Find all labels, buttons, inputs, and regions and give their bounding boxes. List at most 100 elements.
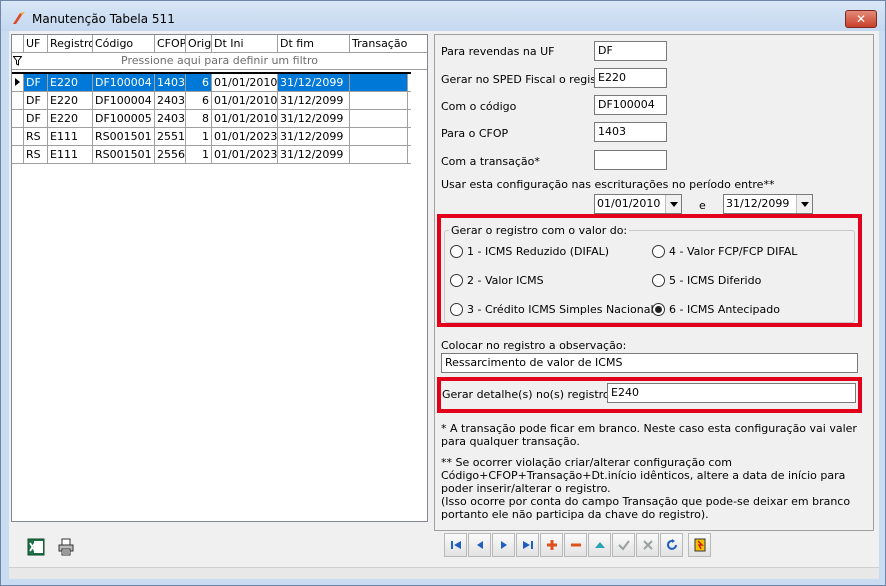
cell-transacao[interactable] (350, 110, 408, 127)
close-button[interactable]: ✕ (845, 10, 877, 28)
cell-transacao[interactable] (350, 74, 408, 91)
dt-fim-picker[interactable]: 31/12/2099 (723, 194, 813, 214)
transacao-label: Com a transação* (441, 155, 540, 168)
excel-icon (27, 538, 45, 556)
cell-transacao[interactable] (350, 92, 408, 109)
cell-orig[interactable]: 6 (186, 92, 212, 109)
cell-codigo[interactable]: DF100004 (93, 74, 155, 91)
cell-transacao[interactable] (350, 146, 408, 163)
cell-dt-fim[interactable]: 31/12/2099 (278, 110, 350, 127)
cell-dt-ini[interactable]: 01/01/2023 (212, 146, 278, 163)
cell-dt-ini[interactable]: 01/01/2010 (212, 110, 278, 127)
transacao-field[interactable] (594, 150, 667, 170)
cell-cfop[interactable]: 2403 (155, 110, 186, 127)
cell-cfop[interactable]: 1403 (155, 74, 186, 91)
cell-codigo[interactable]: RS001501 (93, 128, 155, 145)
table-row[interactable]: DF E220 DF100005 2403 8 01/01/2010 31/12… (12, 110, 411, 128)
dt-ini-dropdown-button[interactable] (665, 195, 681, 213)
cancel-record-button[interactable] (636, 533, 659, 557)
table-row[interactable]: RS E111 RS001501 2551 1 01/01/2023 31/12… (12, 128, 411, 146)
cell-dt-fim[interactable]: 31/12/2099 (278, 92, 350, 109)
title-bar[interactable]: Manutenção Tabela 511 ✕ (1, 1, 885, 31)
cell-dt-fim[interactable]: 31/12/2099 (278, 128, 350, 145)
cell-registro[interactable]: E111 (48, 146, 93, 163)
cell-uf[interactable]: RS (24, 146, 48, 163)
dt-fim-dropdown-button[interactable] (796, 195, 812, 213)
minus-icon (570, 543, 581, 547)
cell-registro[interactable]: E220 (48, 110, 93, 127)
insert-record-button[interactable] (540, 533, 563, 557)
chevron-down-icon (800, 201, 809, 207)
cell-orig[interactable]: 6 (186, 74, 212, 91)
cell-cfop[interactable]: 2403 (155, 92, 186, 109)
observacao-label: Colocar no registro a observação: (441, 339, 627, 352)
config-grid[interactable]: UF Registro Código CFOP Orig. Dt Ini Dt … (11, 34, 428, 522)
exit-button[interactable] (688, 533, 711, 557)
next-record-button[interactable] (492, 533, 515, 557)
column-header-orig[interactable]: Orig. (186, 35, 212, 52)
cell-registro[interactable]: E220 (48, 92, 93, 109)
app-window: Manutenção Tabela 511 ✕ UF Registro Códi… (0, 0, 886, 586)
plus-icon (546, 540, 557, 550)
prior-record-button[interactable] (468, 533, 491, 557)
column-header-transacao[interactable]: Transação (350, 35, 408, 52)
edit-record-button[interactable] (588, 533, 611, 557)
check-icon (617, 540, 630, 551)
cell-dt-ini[interactable]: 01/01/2010 (212, 92, 278, 109)
cell-dt-ini[interactable]: 01/01/2010 (212, 74, 278, 91)
chevron-down-icon (669, 201, 678, 207)
filter-row[interactable]: Pressione aqui para definir um filtro (12, 53, 427, 70)
cell-registro[interactable]: E220 (48, 74, 93, 91)
cell-uf[interactable]: DF (24, 110, 48, 127)
cell-codigo[interactable]: DF100005 (93, 110, 155, 127)
last-record-button[interactable] (516, 533, 539, 557)
cell-uf[interactable]: DF (24, 92, 48, 109)
row-indicator-cell (12, 74, 24, 91)
registro-label: Gerar no SPED Fiscal o registro (441, 73, 612, 86)
table-row[interactable]: DF E220 DF100004 1403 6 01/01/2010 31/12… (12, 74, 411, 92)
cell-registro[interactable]: E111 (48, 128, 93, 145)
column-header-codigo[interactable]: Código (93, 35, 155, 52)
cell-cfop[interactable]: 2556 (155, 146, 186, 163)
cell-orig[interactable]: 1 (186, 128, 212, 145)
status-bar (9, 567, 879, 579)
cell-orig[interactable]: 1 (186, 146, 212, 163)
uf-field[interactable]: DF (594, 41, 667, 61)
column-header-uf[interactable]: UF (24, 35, 48, 52)
observacao-field[interactable]: Ressarcimento de valor de ICMS (441, 353, 858, 373)
column-header-dt-ini[interactable]: Dt Ini (212, 35, 278, 52)
prior-icon (476, 541, 483, 549)
cell-uf[interactable]: DF (24, 74, 48, 91)
dt-ini-picker[interactable]: 01/01/2010 (594, 194, 682, 214)
column-header-cfop[interactable]: CFOP (155, 35, 186, 52)
first-record-button[interactable] (444, 533, 467, 557)
cell-dt-fim[interactable]: 31/12/2099 (278, 146, 350, 163)
cell-dt-fim[interactable]: 31/12/2099 (278, 74, 350, 91)
export-excel-button[interactable] (25, 536, 47, 558)
post-record-button[interactable] (612, 533, 635, 557)
next-icon (500, 541, 507, 549)
cell-orig[interactable]: 8 (186, 110, 212, 127)
delete-record-button[interactable] (564, 533, 587, 557)
printer-icon (58, 538, 74, 556)
registro-field[interactable]: E220 (594, 68, 667, 88)
periodo-label: Usar esta configuração nas escriturações… (441, 178, 775, 191)
table-row[interactable]: RS E111 RS001501 2556 1 01/01/2023 31/12… (12, 146, 411, 164)
cfop-field[interactable]: 1403 (594, 122, 667, 142)
table-row[interactable]: DF E220 DF100004 2403 6 01/01/2010 31/12… (12, 92, 411, 110)
cell-codigo[interactable]: DF100004 (93, 92, 155, 109)
cell-transacao[interactable] (350, 128, 408, 145)
close-icon: ✕ (855, 12, 867, 26)
first-icon (450, 541, 461, 549)
dt-ini-value: 01/01/2010 (597, 197, 661, 210)
cell-dt-ini[interactable]: 01/01/2023 (212, 128, 278, 145)
column-header-registro[interactable]: Registro (48, 35, 93, 52)
column-header-dt-fim[interactable]: Dt fim (278, 35, 350, 52)
codigo-field[interactable]: DF100004 (594, 95, 667, 115)
print-button[interactable] (55, 536, 77, 558)
refresh-button[interactable] (660, 533, 683, 557)
cell-uf[interactable]: RS (24, 128, 48, 145)
cell-cfop[interactable]: 2551 (155, 128, 186, 145)
note-transacao: * A transação pode ficar em branco. Nest… (441, 422, 861, 448)
cell-codigo[interactable]: RS001501 (93, 146, 155, 163)
